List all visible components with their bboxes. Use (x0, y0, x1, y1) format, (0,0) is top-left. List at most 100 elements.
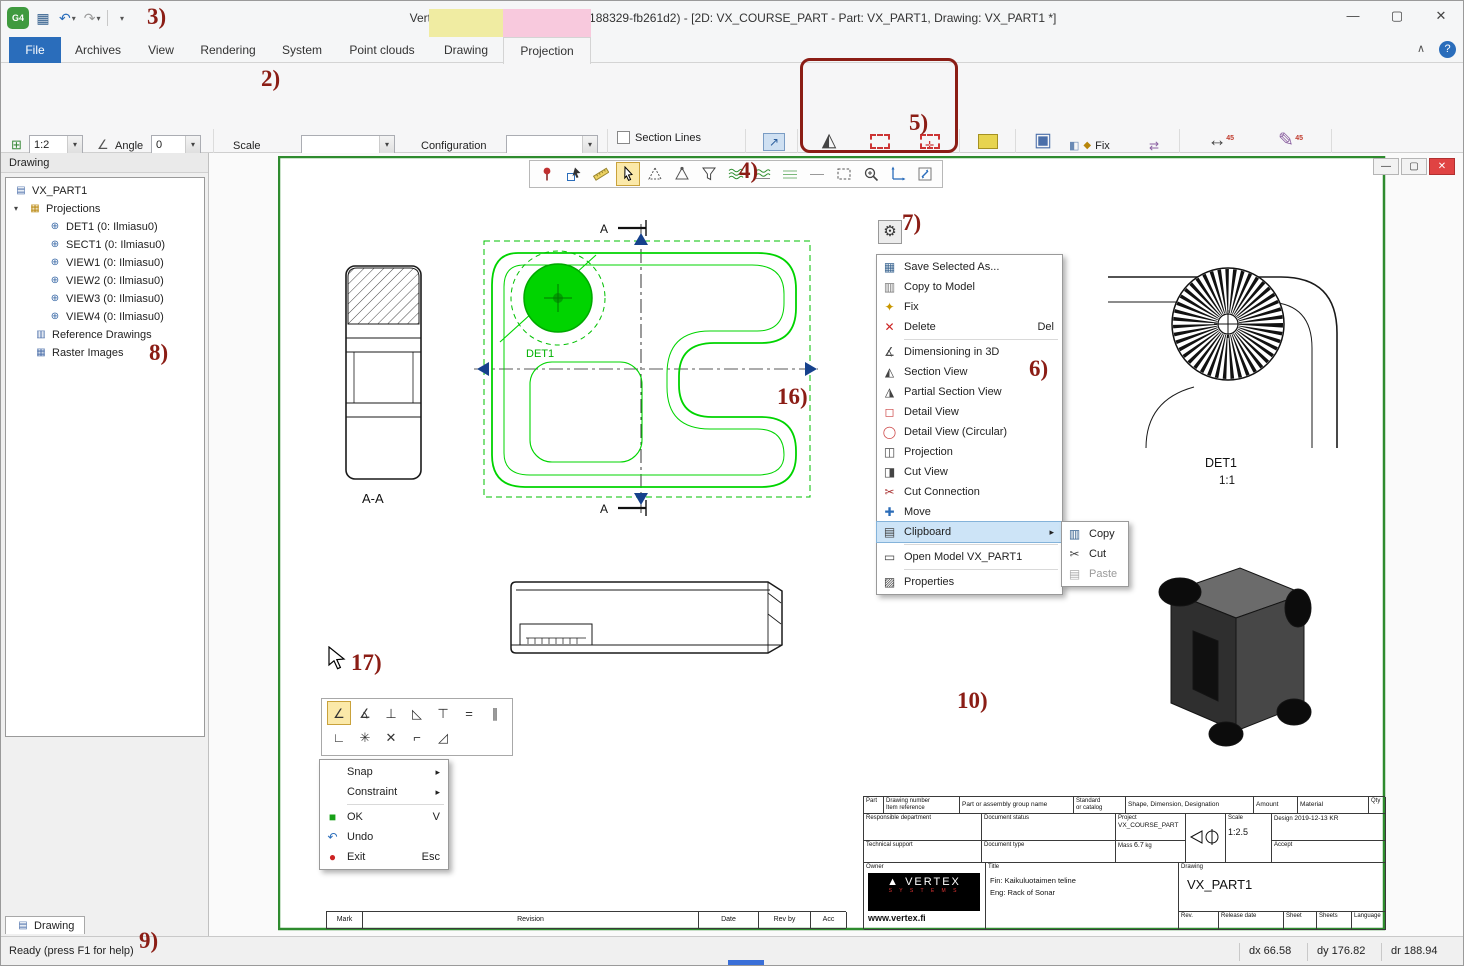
page-icon: ◧ (1069, 139, 1079, 152)
select-cursor-icon[interactable] (616, 162, 640, 186)
collapse-ribbon-icon[interactable]: ∧ (1417, 42, 1425, 55)
tb-language: Language (1352, 912, 1386, 930)
corner-snap-icon[interactable]: ⌐ (405, 726, 429, 750)
menu-item-properties[interactable]: ▨Properties (877, 572, 1062, 592)
minimize-button[interactable]: — (1331, 1, 1375, 31)
menu-item-projection[interactable]: ◫Projection (877, 442, 1062, 462)
slope-snap-icon[interactable]: ◿ (431, 726, 455, 750)
redo-button[interactable]: ↷▾ (82, 7, 103, 29)
menu-item-delete[interactable]: ✕DeleteDel (877, 317, 1062, 337)
angle-constraint-icon[interactable]: ∠ (327, 701, 351, 725)
tree-item-projections[interactable]: ▾▦Projections (6, 200, 204, 218)
tree-item-view3[interactable]: ⊕VIEW3 (0: Ilmiasu0) (6, 290, 204, 308)
mdi-restore-button[interactable]: ▢ (1401, 158, 1427, 175)
save-button[interactable]: ▦ (33, 7, 53, 29)
right-angle-constraint-icon[interactable]: ∟ (327, 726, 351, 750)
menu-item-detail-view-circular[interactable]: ◯Detail View (Circular) (877, 422, 1062, 442)
help-icon[interactable]: ? (1439, 41, 1456, 58)
app-logo[interactable]: G4 (7, 7, 29, 29)
zoom-window-icon[interactable] (859, 162, 883, 186)
projection-node-icon: ⊕ (48, 308, 62, 326)
submenu-item-cut[interactable]: ✂Cut (1062, 544, 1128, 564)
tab-point-clouds[interactable]: Point clouds (335, 37, 429, 63)
tangent-constraint-icon[interactable]: ⊤ (431, 702, 455, 726)
tab-system[interactable]: System (269, 37, 335, 63)
combo-arrow-icon[interactable]: ▾ (67, 136, 82, 154)
polygon-select-icon[interactable] (643, 162, 667, 186)
menu-item-snap[interactable]: Snap▸ (320, 762, 448, 782)
tree-item-reference-drawings[interactable]: ▥Reference Drawings (6, 326, 204, 344)
tab-rendering[interactable]: Rendering (187, 37, 269, 63)
menu-item-partial-section-view[interactable]: ◮Partial Section View (877, 382, 1062, 402)
menu-item-fix[interactable]: ✦Fix (877, 297, 1062, 317)
menu-item-move[interactable]: ✚Move (877, 502, 1062, 522)
pick-move-icon[interactable] (562, 162, 586, 186)
sidebar-bottom-tab-drawing[interactable]: ▤Drawing (5, 916, 85, 934)
submenu-item-copy[interactable]: ▥Copy (1062, 524, 1128, 544)
tree-item-sect1[interactable]: ⊕SECT1 (0: Ilmiasu0) (6, 236, 204, 254)
menu-item-constraint[interactable]: Constraint▸ (320, 782, 448, 802)
context-gear-button[interactable]: ⚙ (878, 220, 902, 244)
filter-icon[interactable] (697, 162, 721, 186)
tb-sheets: Sheets (1317, 912, 1352, 930)
fence-select-icon[interactable] (832, 162, 856, 186)
combo-arrow-icon[interactable]: ▾ (582, 136, 597, 154)
fix-button[interactable]: ◧◆Fix (1069, 139, 1110, 152)
tree-item-view2[interactable]: ⊕VIEW2 (0: Ilmiasu0) (6, 272, 204, 290)
mdi-close-button[interactable]: ✕ (1429, 158, 1455, 175)
tab-drawing[interactable]: Drawing (429, 37, 503, 63)
origin-axes-icon[interactable] (886, 162, 910, 186)
mdi-minimize-button[interactable]: — (1373, 158, 1399, 175)
hatch-lines-flat-icon[interactable] (778, 162, 802, 186)
tab-view[interactable]: View (135, 37, 187, 63)
combo-arrow-icon[interactable]: ▾ (379, 136, 394, 154)
menu-item-copy-to-model[interactable]: ▥Copy to Model (877, 277, 1062, 297)
combo-arrow-icon[interactable]: ▾ (185, 136, 200, 154)
perpendicular-constraint-icon[interactable]: ⊥ (379, 702, 403, 726)
fit-view-icon[interactable] (913, 162, 937, 186)
menu-item-save-selected-as[interactable]: ▦Save Selected As... (877, 257, 1062, 277)
tree-item-det1[interactable]: ⊕DET1 (0: Ilmiasu0) (6, 218, 204, 236)
sheet-scale-combo[interactable]: 1:2▾ (29, 135, 83, 155)
angle-arc-constraint-icon[interactable]: ∡ (353, 702, 377, 726)
view-side-bottom[interactable] (511, 582, 782, 653)
qat-overflow-button[interactable]: ▾ (112, 7, 132, 29)
tab-file[interactable]: File (9, 37, 61, 63)
menu-item-open-model[interactable]: ▭Open Model VX_PART1 (877, 547, 1062, 567)
menu-item-clipboard[interactable]: ▤Clipboard▸ (877, 522, 1062, 542)
maximize-button[interactable]: ▢ (1375, 1, 1419, 31)
menu-item-cut-connection[interactable]: ✂Cut Connection (877, 482, 1062, 502)
swap-fix-icon[interactable]: ⇄ (1149, 139, 1159, 153)
thin-line-icon[interactable] (805, 162, 829, 186)
tree-item-root[interactable]: ▤VX_PART1 (6, 182, 204, 200)
close-button[interactable]: ✕ (1419, 1, 1463, 31)
dropdown-arrow-icon[interactable]: ▾ (96, 14, 100, 23)
menu-item-undo[interactable]: ↶Undo (320, 827, 448, 847)
menu-item-ok[interactable]: ■OKV (320, 807, 448, 827)
equal-constraint-icon[interactable]: = (457, 702, 481, 726)
pin-icon[interactable] (535, 162, 559, 186)
tree-item-raster-images[interactable]: ▦Raster Images (6, 344, 204, 362)
tree-item-view4[interactable]: ⊕VIEW4 (0: Ilmiasu0) (6, 308, 204, 326)
parallel-constraint-icon[interactable]: ∥ (483, 702, 507, 726)
chevron-down-icon[interactable]: ▾ (14, 200, 24, 218)
undo-button[interactable]: ↶▾ (57, 7, 78, 29)
polygon-lasso-icon[interactable] (670, 162, 694, 186)
menu-item-cut-view[interactable]: ◨Cut View (877, 462, 1062, 482)
tree-item-view1[interactable]: ⊕VIEW1 (0: Ilmiasu0) (6, 254, 204, 272)
scale-combo[interactable]: ▾ (301, 135, 395, 155)
submenu-item-paste[interactable]: ▤Paste (1062, 564, 1128, 584)
configuration-combo[interactable]: ▾ (506, 135, 598, 155)
angle-combo[interactable]: 0▾ (151, 135, 201, 155)
cross-snap-icon[interactable]: ✕ (379, 726, 403, 750)
view-section-aa[interactable]: A-A (346, 266, 421, 506)
star-snap-icon[interactable]: ✳ (353, 726, 377, 750)
measure-ruler-icon[interactable] (589, 162, 613, 186)
tab-projection[interactable]: Projection (503, 37, 591, 64)
menu-item-detail-view[interactable]: ◻Detail View (877, 402, 1062, 422)
dropdown-arrow-icon[interactable]: ▾ (72, 14, 76, 23)
triangle-constraint-icon[interactable]: ◺ (405, 702, 429, 726)
menu-item-exit[interactable]: ●ExitEsc (320, 847, 448, 867)
section-lines-checkbox[interactable]: Section Lines (617, 131, 701, 144)
tab-archives[interactable]: Archives (61, 37, 135, 63)
